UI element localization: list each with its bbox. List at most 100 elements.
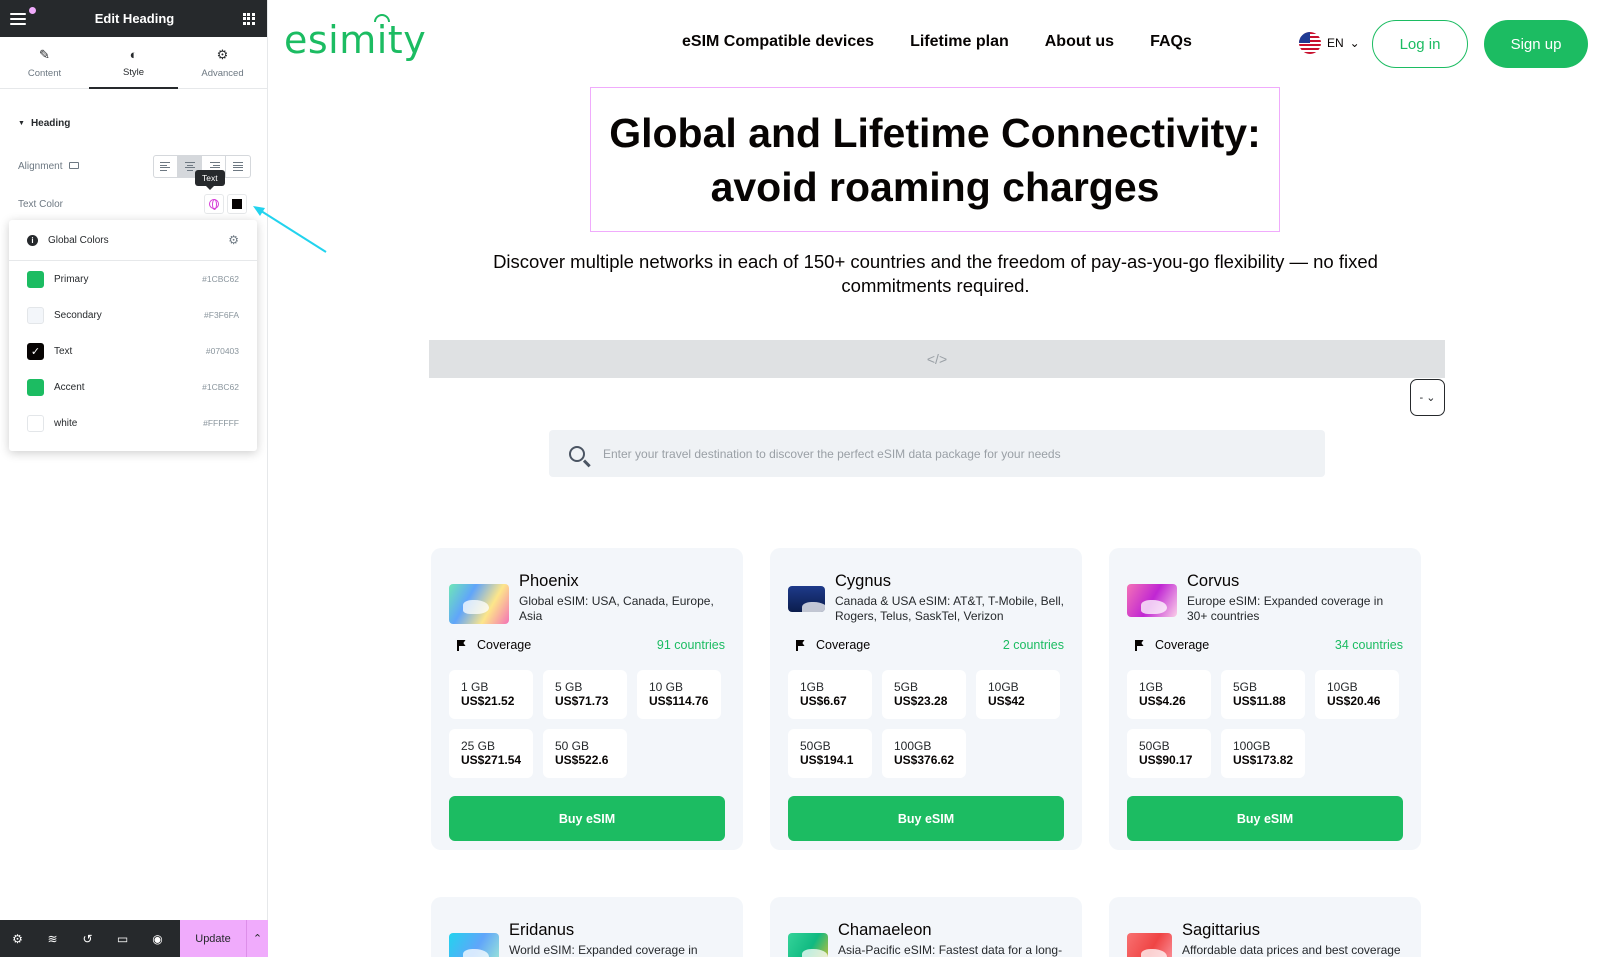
nav-faqs[interactable]: FAQs [1150,33,1192,51]
widgets-grid-icon[interactable] [242,12,255,25]
plan-option[interactable]: 1GB US$4.26 [1127,670,1211,719]
plan-price: US$90.17 [1139,753,1193,767]
esim-card-image [1127,933,1172,957]
tab-advanced[interactable]: ⚙ Advanced [178,37,267,88]
plan-option[interactable]: 100GB US$173.82 [1221,729,1305,778]
nav-about-us[interactable]: About us [1045,33,1114,51]
coverage-count: 2 countries [1002,638,1064,652]
plan-option[interactable]: 100GB US$376.62 [882,729,966,778]
notification-dot [29,6,36,14]
logo-text: esimity [284,18,427,62]
plan-price: US$23.28 [894,694,948,708]
gear-icon[interactable]: ⚙ [228,233,239,247]
history-icon[interactable]: ↺ [70,920,105,957]
plan-option[interactable]: 10GB US$42 [976,670,1060,719]
plan-price: US$42 [988,694,1025,708]
buy-esim-button[interactable]: Buy eSIM [449,796,725,841]
global-color-accent[interactable]: Accent #1CBC62 [9,369,257,405]
plan-option[interactable]: 50 GB US$522.6 [543,729,627,778]
caret-down-icon: ▼ [18,120,25,127]
plan-data: 1GB [1139,680,1164,694]
plan-option[interactable]: 1 GB US$21.52 [449,670,533,719]
settings-icon[interactable]: ⚙ [0,920,35,957]
color-name: Text [54,345,73,357]
card-description: Asia-Pacific eSIM: Fastest data for a lo… [838,943,1063,957]
plan-data: 1GB [800,680,825,694]
section-heading-toggle[interactable]: ▼ Heading [18,118,70,129]
wifi-icon [374,14,390,22]
alignment-label-text: Alignment [18,161,63,172]
plan-data: 50GB [1139,739,1170,753]
selected-heading-widget[interactable]: Global and Lifetime Connectivity: avoid … [590,87,1280,232]
plan-card-eridanus: Eridanus World eSIM: Expanded coverage i… [431,897,743,957]
esimity-logo[interactable]: esimity [284,14,427,62]
plan-option[interactable]: 5 GB US$71.73 [543,670,627,719]
signup-button[interactable]: Sign up [1484,20,1588,68]
plan-data: 10 GB [649,680,684,694]
panel-footer: ⚙ ≋ ↺ ▭ ◉ Update ⌃ [0,920,268,957]
chevron-down-icon: ⌄ [1426,392,1436,404]
flag-icon [457,640,465,651]
card-description: Europe eSIM: Expanded coverage in 30+ co… [1187,594,1384,623]
global-color-white[interactable]: white #FFFFFF [9,405,257,441]
plan-data: 100GB [894,739,932,753]
layers-icon[interactable]: ≋ [35,920,70,957]
plan-option[interactable]: 50GB US$194.1 [788,729,872,778]
plan-option[interactable]: 5GB US$23.28 [882,670,966,719]
plan-data: 5GB [1233,680,1258,694]
global-color-text[interactable]: ✓ Text #070403 [9,333,257,369]
tab-style[interactable]: ◐ Style [89,37,178,89]
color-swatch [232,199,242,209]
color-name: Secondary [54,309,102,321]
login-button[interactable]: Log in [1372,20,1468,68]
esim-card-image [788,586,825,612]
plan-option[interactable]: 5GB US$11.88 [1221,670,1305,719]
color-name: Accent [54,381,85,393]
align-justify-button[interactable] [226,156,250,177]
tab-style-label: Style [122,67,145,78]
responsive-icon[interactable]: ▭ [105,920,140,957]
chevron-up-icon[interactable]: ⌃ [246,920,268,957]
card-name: Sagittarius [1182,921,1260,939]
mini-dropdown-value: - [1419,391,1424,404]
flag-icon [1135,640,1143,651]
destination-search[interactable]: Enter your travel destination to discove… [549,430,1325,477]
language-selector[interactable]: EN ⌄ [1299,32,1360,54]
mini-dropdown[interactable]: - ⌄ [1410,379,1445,416]
card-name: Chamaeleon [838,921,932,939]
plan-card-cygnus: Cygnus Canada & USA eSIM: AT&T, T-Mobile… [770,548,1082,850]
global-colors-title: Global Colors [48,234,109,246]
nav-lifetime-plan[interactable]: Lifetime plan [910,33,1009,51]
tab-content[interactable]: ✎ Content [0,37,89,88]
html-widget-placeholder[interactable]: </> [429,340,1445,378]
plan-option[interactable]: 25 GB US$271.54 [449,729,533,778]
plan-option[interactable]: 50GB US$90.17 [1127,729,1211,778]
plan-option[interactable]: 1GB US$6.67 [788,670,872,719]
plan-price: US$6.67 [800,694,847,708]
buy-esim-button[interactable]: Buy eSIM [788,796,1064,841]
buy-esim-button[interactable]: Buy eSIM [1127,796,1403,841]
global-color-primary[interactable]: Primary #1CBC62 [9,261,257,297]
hero-title: Global and Lifetime Connectivity: avoid … [609,109,1261,210]
color-name: Primary [54,273,89,285]
menu-icon[interactable] [10,6,36,25]
nav-esim-devices[interactable]: eSIM Compatible devices [682,33,874,51]
flag-icon [796,640,804,651]
plan-option[interactable]: 10 GB US$114.76 [637,670,721,719]
desktop-icon[interactable] [69,161,80,169]
preview-eye-icon[interactable]: ◉ [140,920,175,957]
color-swatch [27,270,44,288]
align-left-button[interactable] [154,156,178,177]
global-colors-button[interactable] [204,194,224,214]
global-color-secondary[interactable]: Secondary #F3F6FA [9,297,257,333]
plan-price: US$173.82 [1233,753,1294,767]
plan-card-chamaeleon: Chamaeleon Asia-Pacific eSIM: Fastest da… [770,897,1082,957]
plan-options: 1GB US$4.26 5GB US$11.88 10GB US$20.46 50GB… [1127,670,1403,786]
plan-price: US$522.6 [555,753,609,767]
plan-option[interactable]: 10GB US$20.46 [1315,670,1399,719]
color-swatch-button[interactable] [227,194,247,214]
site-canvas: esimity eSIM Compatible devices Lifetime… [268,0,1600,957]
search-placeholder: Enter your travel destination to discove… [603,446,1061,461]
update-button[interactable]: Update [180,920,246,957]
panel-title: Edit Heading [94,11,175,26]
